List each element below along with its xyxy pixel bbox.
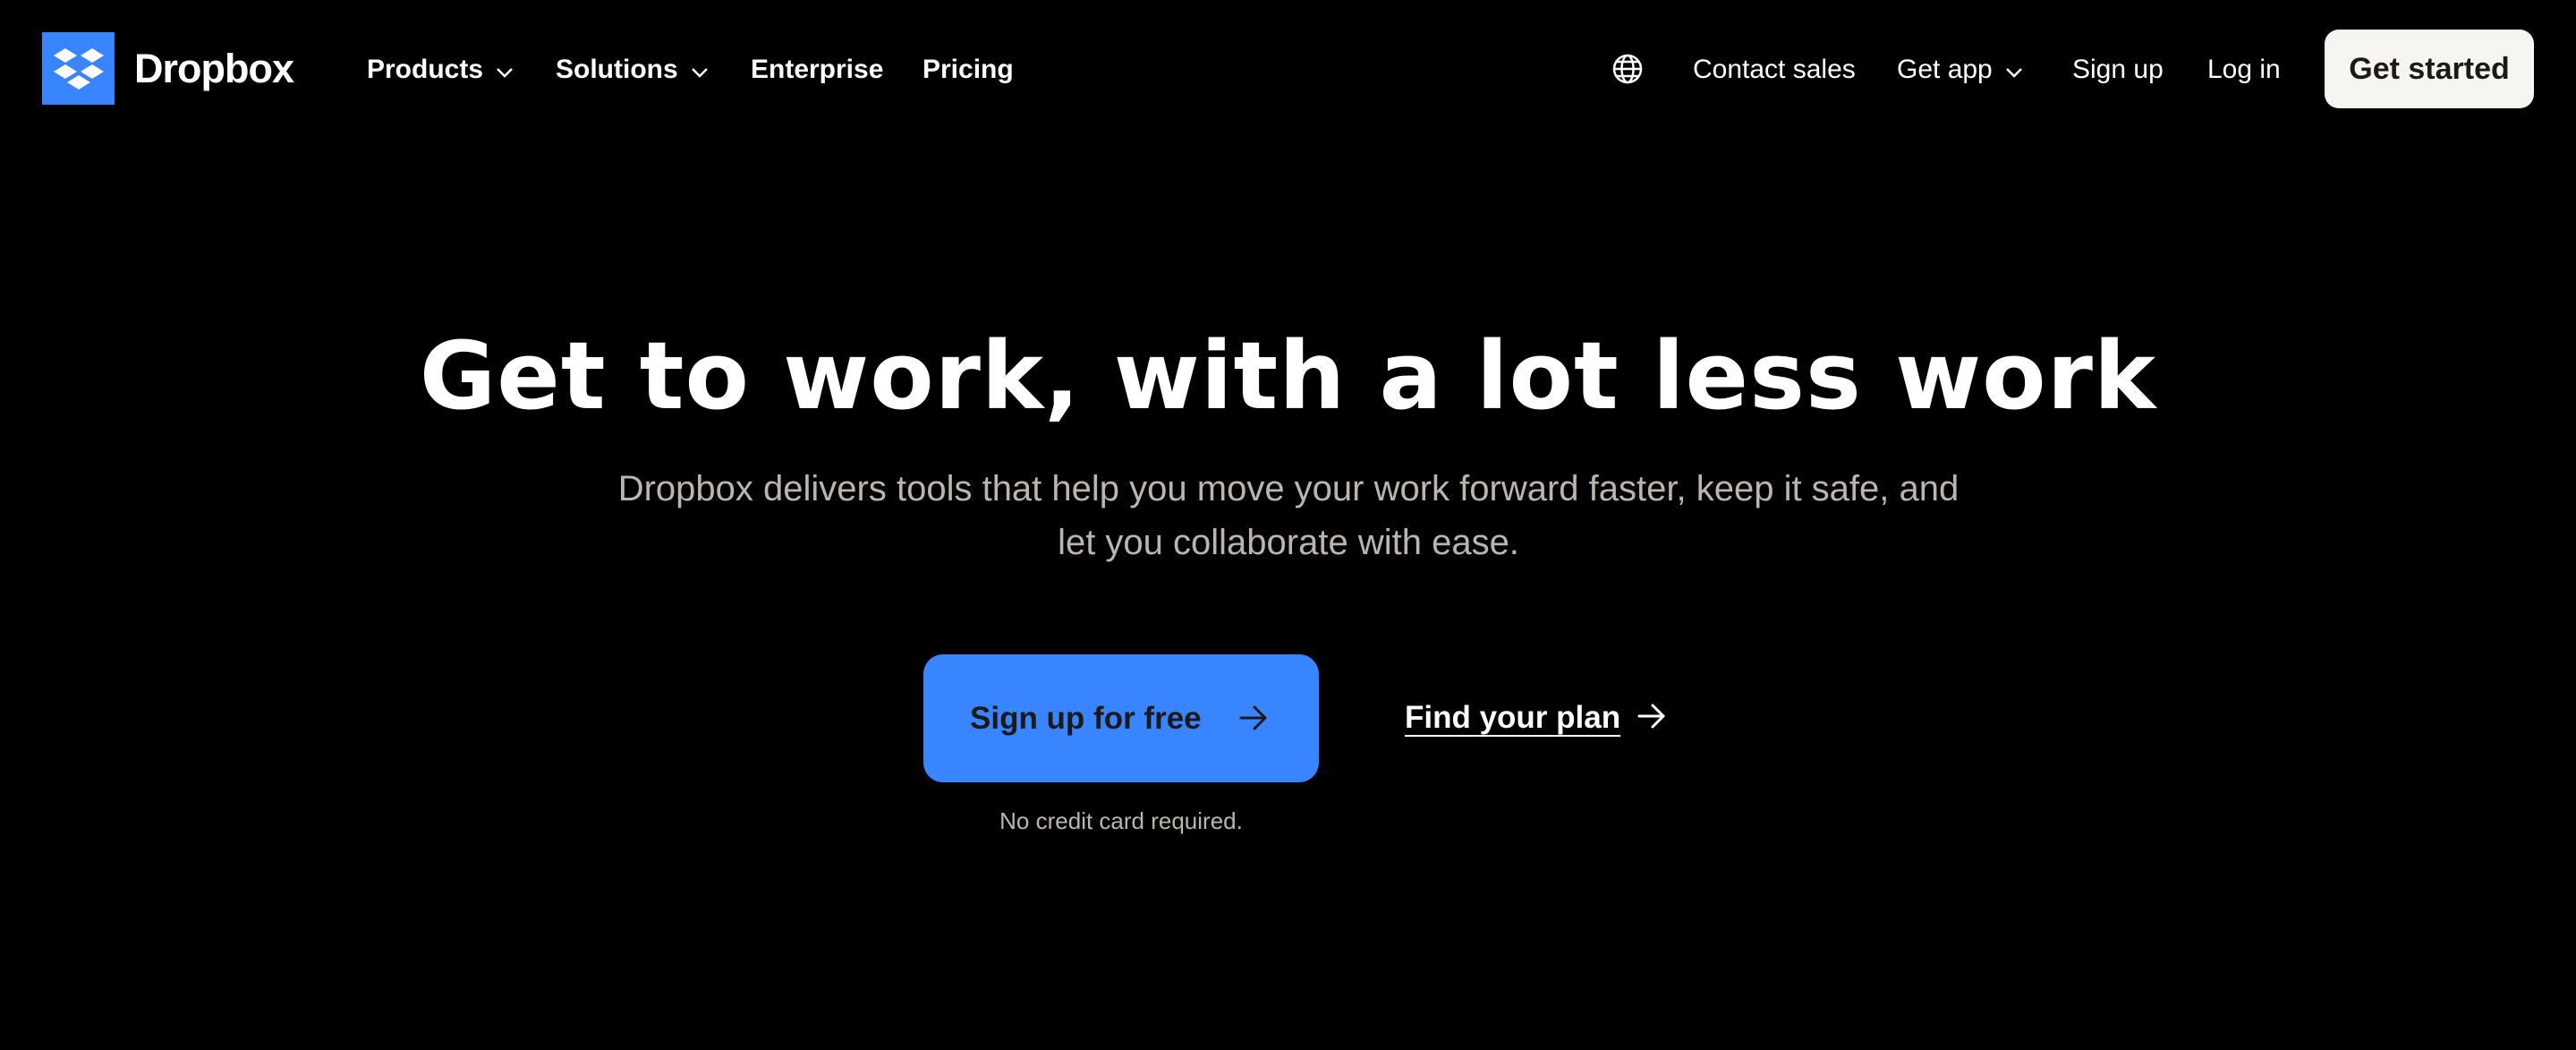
- nav-products[interactable]: Products: [367, 50, 514, 90]
- sign-up-free-button[interactable]: Sign up for free: [923, 654, 1319, 782]
- site-header: Dropbox Products Solutions Enterprise Pr…: [0, 0, 2576, 138]
- chevron-down-icon: [2005, 55, 2023, 85]
- contact-sales-link[interactable]: Contact sales: [1693, 50, 1856, 90]
- log-in-label: Log in: [2207, 55, 2281, 84]
- nav-solutions-label: Solutions: [556, 55, 678, 84]
- arrow-right-icon: [1637, 702, 1667, 735]
- nav-enterprise[interactable]: Enterprise: [751, 50, 883, 90]
- contact-sales-label: Contact sales: [1693, 55, 1856, 84]
- hero-subtitle: Dropbox delivers tools that help you mov…: [573, 462, 2004, 569]
- nav-solutions[interactable]: Solutions: [556, 50, 709, 90]
- arrow-right-icon: [1238, 704, 1269, 737]
- sign-up-label: Sign up: [2072, 55, 2164, 84]
- brand-name: Dropbox: [134, 45, 294, 91]
- get-app-label: Get app: [1897, 55, 1993, 84]
- hero-subtitle-line-2: let you collaborate with ease.: [1058, 523, 1519, 562]
- nav-pricing[interactable]: Pricing: [922, 50, 1014, 90]
- nav-products-label: Products: [367, 55, 484, 84]
- sign-up-free-label: Sign up for free: [970, 700, 1202, 736]
- find-your-plan-link[interactable]: Find your plan: [1405, 698, 1667, 738]
- no-credit-card-note: No credit card required.: [999, 807, 1243, 834]
- nav-enterprise-label: Enterprise: [751, 55, 884, 84]
- get-app-menu[interactable]: Get app: [1897, 50, 2023, 90]
- globe-icon[interactable]: [1611, 52, 1645, 86]
- chevron-down-icon: [496, 55, 514, 85]
- hero-subtitle-line-1: Dropbox delivers tools that help you mov…: [617, 469, 1960, 508]
- find-your-plan-label: Find your plan: [1405, 700, 1621, 735]
- chevron-down-icon: [691, 55, 709, 85]
- get-started-button[interactable]: Get started: [2325, 30, 2534, 108]
- hero-title: Get to work, with a lot less work: [419, 321, 2157, 431]
- dropbox-logo-icon: [42, 32, 115, 105]
- dropbox-logo[interactable]: Dropbox: [42, 32, 294, 105]
- nav-pricing-label: Pricing: [922, 55, 1014, 84]
- sign-up-link[interactable]: Sign up: [2072, 50, 2164, 90]
- log-in-link[interactable]: Log in: [2207, 50, 2281, 90]
